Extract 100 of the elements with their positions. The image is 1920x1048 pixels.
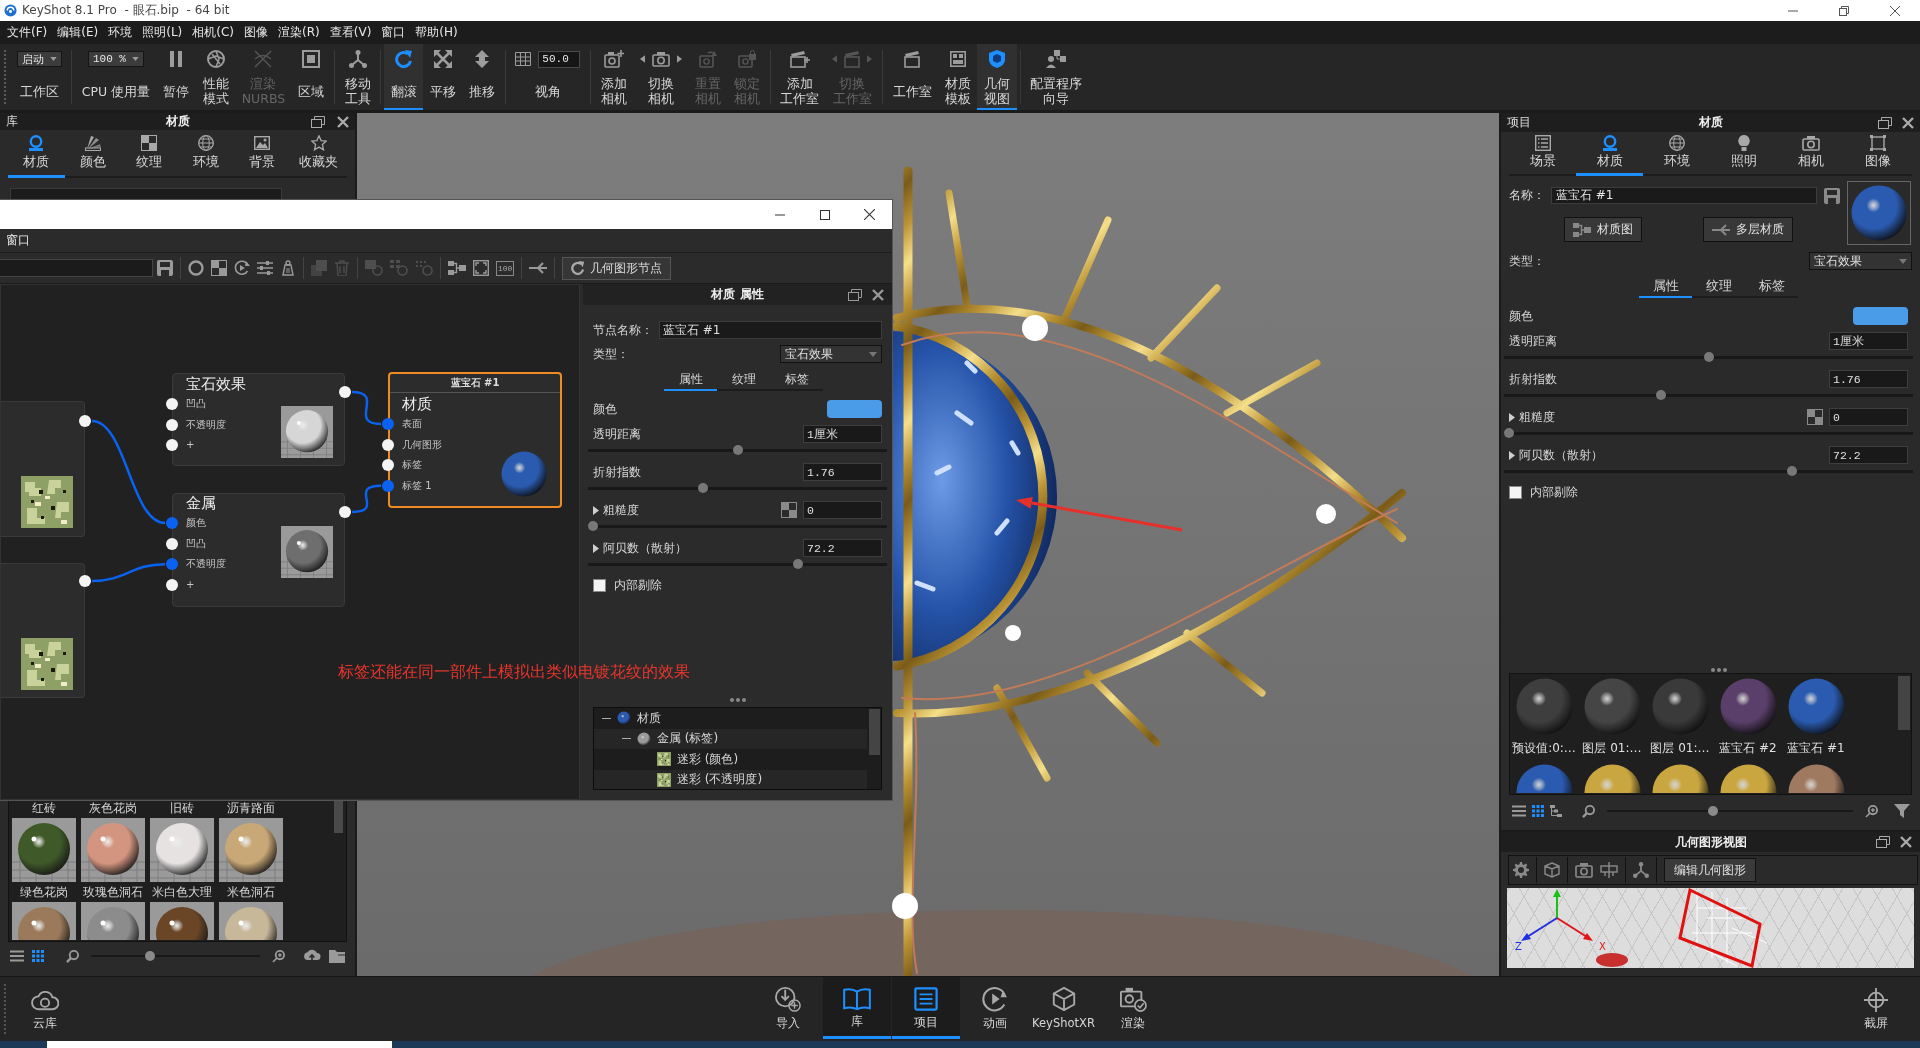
gizmo-icon[interactable]	[1633, 862, 1649, 878]
value-field[interactable]: 1厘米	[803, 425, 882, 443]
dock-button[interactable]: 渲染	[1098, 977, 1167, 1039]
cube-icon[interactable]	[1544, 862, 1560, 878]
menu-item[interactable]: 查看(V)	[324, 24, 377, 41]
menu-item[interactable]: 编辑(E)	[52, 24, 104, 41]
panel-button[interactable]: 多层材质	[1703, 217, 1793, 242]
zoom-button[interactable]: 100	[496, 260, 515, 276]
material-tile[interactable]: 预设值:0:…	[1511, 678, 1577, 758]
slider-thumb[interactable]	[1504, 428, 1514, 438]
node-card[interactable]: 宝石效果 凹凸 不透明度 +	[166, 373, 351, 466]
slider-thumb[interactable]	[145, 951, 156, 961]
input-port-icon[interactable]	[166, 537, 178, 550]
tab[interactable]: 颜色	[64, 130, 121, 178]
close-icon[interactable]	[1900, 836, 1912, 848]
number-field[interactable]: 50.0	[538, 50, 581, 68]
expand-icon[interactable]	[1509, 412, 1515, 422]
output-port-icon[interactable]	[79, 415, 91, 427]
toolbar-button[interactable]: 配置程序 向导	[1023, 44, 1089, 110]
splitter-handle-icon[interactable]	[1710, 668, 1727, 672]
input-port-icon[interactable]	[166, 398, 178, 410]
tab[interactable]: 材质	[1576, 132, 1644, 176]
expand-icon[interactable]	[1509, 450, 1515, 460]
toolbar-button[interactable]: 区域	[291, 44, 331, 110]
tree-item[interactable]: 金属 (标签)	[594, 728, 867, 749]
maximize-icon[interactable]	[819, 209, 830, 220]
panel-button[interactable]: 材质图	[1564, 217, 1642, 242]
grip-handle[interactable]	[4, 984, 6, 1034]
expand-icon[interactable]	[593, 505, 599, 515]
checker-icon[interactable]	[211, 260, 227, 276]
restore-icon[interactable]	[311, 115, 325, 128]
grid-view-icon[interactable]	[32, 950, 44, 962]
tree-item[interactable]: 材质	[594, 708, 867, 729]
menu-item[interactable]: 窗口	[376, 24, 411, 41]
value-field[interactable]: 1厘米	[1829, 332, 1908, 350]
toolbar-button[interactable]: 添加 工作室	[773, 44, 826, 110]
tab[interactable]: 标签	[1745, 277, 1798, 298]
dock-button[interactable]: 云库	[11, 978, 79, 1040]
dock-button[interactable]: 项目	[891, 977, 960, 1039]
menu-item[interactable]: 图像	[239, 24, 274, 41]
type-dropdown[interactable]: 宝石效果	[1809, 252, 1912, 270]
tab[interactable]: 相机	[1777, 132, 1845, 176]
input-port-icon[interactable]	[166, 517, 178, 529]
scrollbar-thumb[interactable]	[1898, 676, 1910, 730]
menu-item[interactable]: 文件(F)	[2, 24, 53, 41]
tab[interactable]: 属性	[1639, 277, 1692, 298]
checkbox[interactable]	[593, 578, 606, 592]
menu-item[interactable]: 帮助(H)	[410, 24, 463, 41]
value-field[interactable]: 72.2	[1829, 446, 1908, 464]
material-tile[interactable]: 红砖	[11, 801, 77, 882]
close-icon[interactable]	[1889, 5, 1900, 16]
menu-item[interactable]: 相机(C)	[187, 24, 240, 41]
menu-item[interactable]: 照明(L)	[137, 24, 188, 41]
scrollbar-thumb[interactable]	[869, 709, 880, 755]
save-icon[interactable]	[157, 260, 173, 276]
node-card[interactable]: 蓝宝石 #1 材质 表面 几何图形 标签 标签 1	[382, 372, 562, 508]
node-card[interactable]	[1, 563, 91, 698]
input-port-icon[interactable]	[382, 438, 394, 451]
tab[interactable]: 纹理	[121, 130, 178, 178]
slider-thumb[interactable]	[1655, 390, 1666, 400]
tab[interactable]: 照明	[1710, 132, 1778, 176]
splitter-handle-icon[interactable]	[729, 698, 746, 702]
camera-icon[interactable]	[1575, 862, 1593, 878]
menu-item[interactable]: 环境	[103, 24, 138, 41]
restore-icon[interactable]	[1838, 5, 1849, 16]
value-field[interactable]: 0	[1829, 408, 1908, 426]
minimize-icon[interactable]	[774, 213, 785, 216]
tab[interactable]: 背景	[234, 130, 291, 178]
name-field[interactable]: 蓝宝石 #1	[659, 321, 882, 339]
zoom-out-icon[interactable]	[66, 949, 79, 963]
material-tile[interactable]: 旧砖	[149, 801, 215, 882]
output-port-icon[interactable]	[339, 506, 351, 518]
search-field[interactable]	[47, 1041, 392, 1048]
toolbar-button[interactable]: 移动 工具	[338, 44, 378, 110]
toolbar-button[interactable]: 材质 模板	[938, 44, 978, 110]
checker-icon[interactable]	[781, 502, 797, 518]
slider-thumb[interactable]	[588, 521, 598, 531]
input-port-icon[interactable]	[166, 418, 178, 431]
search-field[interactable]	[0, 259, 153, 277]
dock-button[interactable]: 导入	[753, 977, 822, 1039]
axis-gizmo[interactable]	[1521, 889, 1593, 941]
material-tile[interactable]: 绿色花岗	[11, 885, 77, 940]
dock-button[interactable]: 动画	[960, 977, 1029, 1039]
close-icon[interactable]	[872, 288, 884, 301]
node-tree-icon[interactable]	[448, 260, 466, 276]
close-icon[interactable]	[864, 209, 875, 220]
branch-icon[interactable]	[529, 260, 548, 276]
tab[interactable]: 材质	[8, 130, 65, 178]
tree-view-icon[interactable]	[1550, 805, 1562, 817]
toolbar-button[interactable]: 暂停	[156, 44, 196, 110]
fit-frame-icon[interactable]	[473, 260, 489, 276]
menu-item[interactable]: 窗口	[2, 232, 34, 249]
value-field[interactable]: 1.76	[1829, 370, 1908, 388]
dropdown[interactable]: 启动	[16, 51, 62, 67]
material-tile[interactable]: 蓝宝石 #2	[1715, 678, 1781, 758]
folder-icon[interactable]	[329, 949, 347, 963]
output-port-icon[interactable]	[339, 386, 351, 398]
sliders-icon[interactable]	[257, 260, 273, 276]
expand-icon[interactable]	[593, 543, 599, 553]
dock-button[interactable]: 库	[822, 977, 891, 1039]
